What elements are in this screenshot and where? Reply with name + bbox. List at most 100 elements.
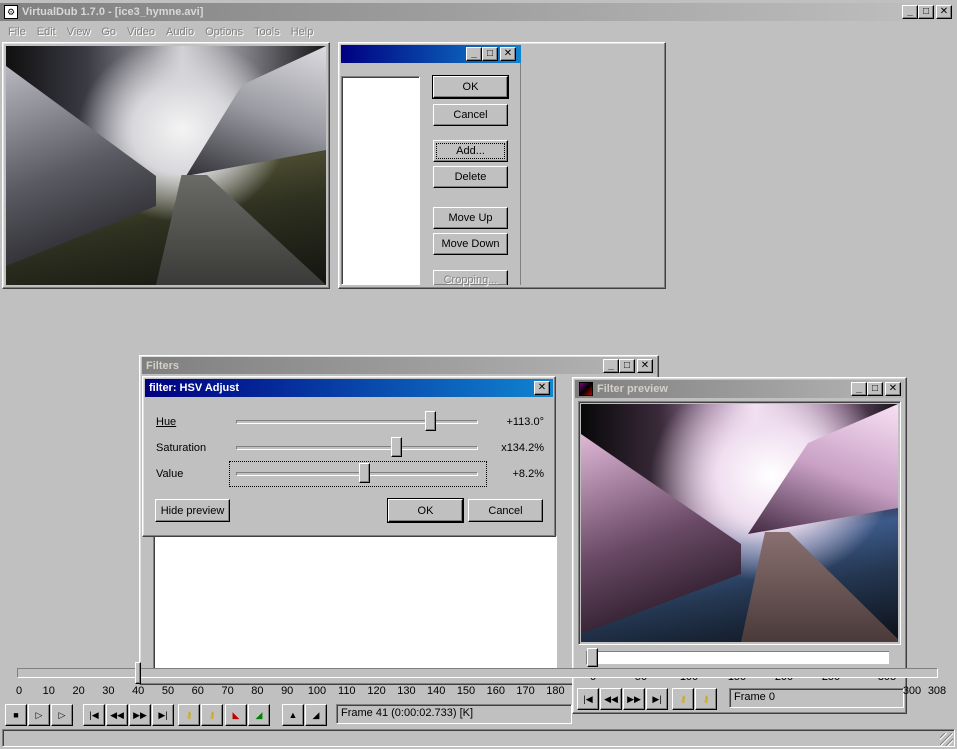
hide-preview-button[interactable]: Hide preview bbox=[155, 499, 230, 522]
hue-slider-thumb[interactable] bbox=[424, 411, 436, 431]
next-button[interactable]: ▶▶ bbox=[129, 704, 151, 726]
filters-maximize-button[interactable]: □ bbox=[619, 359, 635, 373]
delete-button[interactable]: Delete bbox=[433, 166, 508, 188]
filter-preview-title: Filter preview bbox=[597, 383, 668, 395]
move-down-button[interactable]: Move Down bbox=[433, 233, 508, 255]
key-next-icon[interactable]: ⚷ bbox=[201, 704, 223, 726]
timeline-tick: 80 bbox=[251, 685, 264, 697]
filtered-train-right bbox=[748, 404, 898, 534]
menu-audio[interactable]: Audio bbox=[166, 26, 194, 38]
timeline-tick: 160 bbox=[486, 685, 505, 697]
timeline-tick: 60 bbox=[191, 685, 204, 697]
filters-minimize-button[interactable]: _ bbox=[603, 359, 619, 373]
hsv-close-button[interactable]: ✕ bbox=[534, 381, 550, 395]
dialog-minimize-button[interactable]: _ bbox=[466, 47, 482, 61]
scene-prev-icon[interactable]: ◣ bbox=[225, 704, 247, 726]
preview-minimize-button[interactable]: _ bbox=[851, 382, 867, 396]
frame-status: Frame 41 (0:00:02.733) [K] bbox=[336, 704, 572, 724]
filters-listbox[interactable] bbox=[341, 76, 420, 285]
hue-slider-track[interactable] bbox=[236, 420, 478, 424]
minimize-button[interactable]: _ bbox=[902, 5, 918, 19]
menu-view[interactable]: View bbox=[67, 26, 91, 38]
scene-next-icon[interactable]: ◢ bbox=[248, 704, 270, 726]
timeline-tick: 308 bbox=[927, 685, 947, 697]
stop-button[interactable]: ■ bbox=[5, 704, 27, 726]
filters-window-title: Filters bbox=[146, 359, 180, 372]
filter-preview-video bbox=[578, 401, 901, 645]
ok-button[interactable]: OK bbox=[432, 75, 509, 99]
app-icon: ⚙ bbox=[4, 5, 18, 19]
preview-frame-status: Frame 0 bbox=[729, 688, 904, 708]
timeline-tick: 150 bbox=[456, 685, 476, 697]
timeline-thumb[interactable] bbox=[135, 662, 142, 684]
saturation-slider-thumb[interactable] bbox=[390, 437, 402, 457]
filtered-train-left bbox=[581, 434, 741, 634]
timeline-tick: 140 bbox=[427, 685, 446, 697]
filters-window-list[interactable] bbox=[153, 535, 557, 671]
preview-maximize-button[interactable]: □ bbox=[867, 382, 883, 396]
value-slider-track[interactable] bbox=[236, 472, 478, 476]
play-input-button[interactable]: ▷ bbox=[28, 704, 50, 726]
preview-next-key-button[interactable]: ▶▶ bbox=[623, 688, 645, 710]
timeline-tick: 100 bbox=[307, 685, 327, 697]
add-button[interactable]: Add... bbox=[433, 140, 508, 162]
cancel-button[interactable]: Cancel bbox=[433, 104, 508, 126]
end-button[interactable]: ▶| bbox=[152, 704, 174, 726]
key-prev-icon[interactable]: ⚷ bbox=[178, 704, 200, 726]
filters-close-button[interactable]: ✕ bbox=[637, 359, 653, 373]
timeline-tick: 90 bbox=[281, 685, 294, 697]
timeline-tick: 180 bbox=[546, 685, 565, 697]
hsv-title-bar: filter: HSV Adjust bbox=[145, 379, 553, 397]
hue-value: +113.0° bbox=[506, 416, 544, 428]
close-button[interactable]: ✕ bbox=[936, 5, 952, 19]
preview-slider-track[interactable] bbox=[586, 651, 889, 664]
mark-out-button[interactable]: ◢ bbox=[305, 704, 327, 726]
cropping-button[interactable]: Cropping... bbox=[433, 270, 508, 286]
menu-edit[interactable]: Edit bbox=[37, 26, 56, 38]
menu-go[interactable]: Go bbox=[101, 26, 116, 38]
menu-options[interactable]: Options bbox=[205, 26, 243, 38]
prev-button[interactable]: ◀◀ bbox=[106, 704, 128, 726]
maximize-button[interactable]: □ bbox=[918, 5, 934, 19]
timeline-tick: 110 bbox=[338, 685, 356, 697]
menu-tools[interactable]: Tools bbox=[254, 26, 280, 38]
menu-file[interactable]: File bbox=[8, 26, 26, 38]
preview-key-prev-icon[interactable]: ⚷ bbox=[672, 688, 694, 710]
train-right-shape bbox=[186, 46, 326, 176]
menu-help[interactable]: Help bbox=[291, 26, 314, 38]
hue-label: Hue bbox=[156, 416, 177, 428]
preview-start-button[interactable]: |◀ bbox=[577, 688, 599, 710]
preview-prev-key-button[interactable]: ◀◀ bbox=[600, 688, 622, 710]
filtered-video-frame bbox=[581, 404, 898, 642]
timeline-tick: 70 bbox=[221, 685, 234, 697]
hsv-ok-button[interactable]: OK bbox=[387, 498, 464, 523]
filter-preview-icon bbox=[579, 382, 593, 396]
input-video-pane bbox=[2, 42, 330, 289]
timeline-tick: 170 bbox=[516, 685, 535, 697]
dialog-close-button[interactable]: ✕ bbox=[500, 47, 516, 61]
start-button[interactable]: |◀ bbox=[83, 704, 105, 726]
timeline-track[interactable] bbox=[17, 668, 938, 678]
hsv-cancel-button[interactable]: Cancel bbox=[468, 499, 543, 522]
filtered-platform bbox=[741, 532, 898, 642]
value-value: +8.2% bbox=[512, 468, 545, 480]
play-output-button[interactable]: ▷ bbox=[51, 704, 73, 726]
timeline-tick: 30 bbox=[102, 685, 115, 697]
frame-status-text: Frame 41 (0:00:02.733) [K] bbox=[341, 707, 474, 719]
dialog-maximize-button[interactable]: □ bbox=[482, 47, 498, 61]
preview-close-button[interactable]: ✕ bbox=[885, 382, 901, 396]
preview-end-button[interactable]: ▶| bbox=[646, 688, 668, 710]
move-up-button[interactable]: Move Up bbox=[433, 207, 508, 229]
preview-frame-text: Frame 0 bbox=[734, 691, 775, 703]
value-slider-thumb[interactable] bbox=[359, 463, 371, 483]
saturation-value: x134.2% bbox=[501, 442, 544, 454]
mark-in-button[interactable]: ▲ bbox=[282, 704, 304, 726]
timeline-tick: 0 bbox=[15, 685, 23, 697]
saturation-slider-track[interactable] bbox=[236, 446, 478, 450]
preview-slider-thumb[interactable] bbox=[587, 648, 598, 667]
preview-key-next-icon[interactable]: ⚷ bbox=[695, 688, 717, 710]
hsv-dialog-title: filter: HSV Adjust bbox=[149, 382, 240, 394]
filters-list-dialog: _ □ ✕ OK Cancel Add... Delete Move Up Mo… bbox=[341, 45, 521, 286]
timeline-tick: 50 bbox=[161, 685, 175, 697]
menu-video[interactable]: Video bbox=[127, 26, 155, 38]
